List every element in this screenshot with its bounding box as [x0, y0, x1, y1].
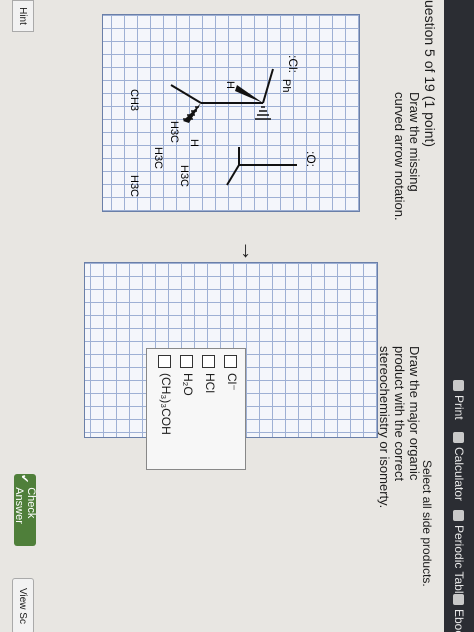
right-instruction-line-2: product with the correct	[392, 346, 407, 482]
calculator-button[interactable]: Calculator	[451, 432, 467, 501]
tbu-bond-2	[226, 164, 240, 186]
photo-stage: Print Calculator Periodic Table Ebook ue…	[0, 0, 474, 632]
hint-button[interactable]: Hint	[12, 0, 34, 32]
ebook-button[interactable]: Ebook	[451, 594, 467, 632]
molecule-h-bottom: H	[224, 81, 236, 89]
hint-label: Hint	[17, 7, 29, 25]
ebook-label: Ebook	[452, 609, 466, 632]
wedge-bond-ch3	[183, 103, 201, 123]
molecule-o: :O:	[304, 151, 318, 167]
side-products-panel: Cl⁻ HCl H₂O (CH₃)₃COH	[146, 348, 246, 470]
molecule-cl: :Cl:	[286, 55, 300, 73]
check-answer-button[interactable]: ✔ Check Answer	[13, 474, 37, 546]
reactant-drawing-grid[interactable]: CH3 H3C H :Cl: Ph H H3C H3C H3C :O:	[102, 14, 360, 212]
periodic-table-icon	[453, 510, 465, 521]
hash-bond-ph	[255, 106, 271, 120]
molecule-tbu-h3c-2: H3C	[152, 147, 164, 169]
side-product-label-1: Cl⁻	[225, 373, 239, 391]
molecule-tbu-h3c-1: H3C	[178, 165, 190, 187]
side-product-label-3: H₂O	[181, 373, 195, 396]
periodic-table-button[interactable]: Periodic Table	[451, 510, 467, 600]
reactant-molecule: CH3 H3C H :Cl: Ph H H3C H3C H3C :O:	[128, 55, 318, 197]
side-product-checkbox-4[interactable]	[158, 355, 171, 368]
side-products-label: Select all side products.	[420, 460, 434, 587]
reaction-arrow: →	[237, 240, 262, 262]
side-product-checkbox-2[interactable]	[202, 355, 215, 368]
check-answer-label: Check Answer	[13, 487, 37, 524]
molecule-h-left: H	[188, 139, 200, 147]
printer-icon	[453, 380, 465, 391]
cl-bond	[262, 68, 274, 104]
ch3-bond	[170, 84, 202, 104]
view-solution-button[interactable]: View Sc	[12, 578, 34, 632]
side-product-label-2: HCl	[203, 373, 217, 393]
view-solution-label: View Sc	[17, 588, 29, 624]
left-instruction-line-1: Draw the missing	[407, 92, 422, 192]
print-button[interactable]: Print	[451, 380, 467, 420]
molecule-ch3: CH3	[128, 89, 140, 111]
right-instruction-line-3: stereochemistry or isomerty.	[377, 346, 392, 509]
side-product-label-4: (CH₃)₃COH	[159, 373, 173, 435]
left-instruction: Draw the missing curved arrow notation.	[392, 92, 422, 221]
calculator-label: Calculator	[452, 447, 466, 502]
app-screen: Print Calculator Periodic Table Ebook ue…	[0, 0, 474, 632]
side-product-checkbox-1[interactable]	[224, 355, 237, 368]
right-instruction: Draw the major organic product with the …	[377, 346, 422, 508]
check-mark-icon: ✔	[18, 474, 31, 484]
left-instruction-line-2: curved arrow notation.	[392, 92, 407, 221]
wedge-bond-h	[235, 85, 263, 103]
ebook-icon	[453, 594, 465, 605]
side-product-checkbox-3[interactable]	[180, 355, 193, 368]
print-label: Print	[452, 395, 466, 420]
molecule-tbu-h3c-3: H3C	[128, 175, 140, 197]
molecule-h3c-wedge: H3C	[168, 121, 180, 143]
periodic-table-label: Periodic Table	[452, 525, 466, 601]
molecule-ph: Ph	[280, 79, 292, 92]
calculator-icon	[453, 432, 465, 443]
question-header: uestion 5 of 19 (1 point)	[422, 0, 438, 148]
top-toolbar: Print Calculator Periodic Table Ebook	[444, 0, 474, 632]
